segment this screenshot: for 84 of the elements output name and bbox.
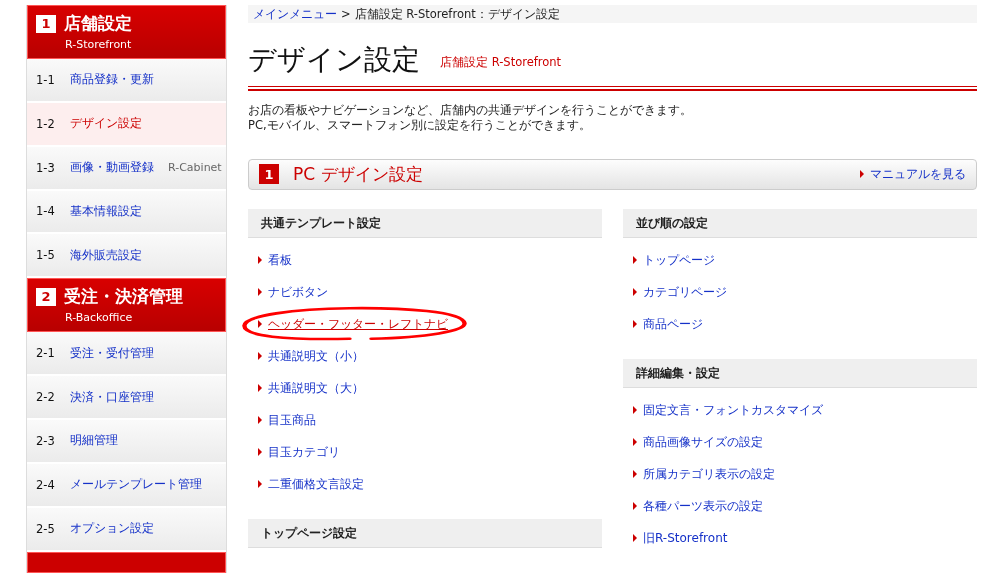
- menu-link[interactable]: カテゴリページ: [643, 283, 727, 301]
- sidebar-item[interactable]: 2-2 決済・口座管理: [27, 376, 226, 420]
- item-label: オプション設定: [70, 521, 154, 537]
- group-title: 店舗設定: [64, 12, 132, 35]
- item-code: 2-2: [36, 390, 56, 405]
- item-label: 受注・受付管理: [70, 345, 154, 361]
- sidebar-item[interactable]: 1-2 デザイン設定: [27, 102, 226, 147]
- page-title: デザイン設定: [248, 44, 420, 77]
- description-text: PC,モバイル、スマートフォン別に設定を行うことができます。: [248, 117, 592, 133]
- triangle-icon: [258, 384, 262, 392]
- menu-link[interactable]: 所属カテゴリ表示の設定: [643, 465, 775, 483]
- sidebar-item[interactable]: 2-4 メールテンプレート管理: [27, 463, 226, 508]
- item-code: 1-4: [36, 204, 56, 219]
- triangle-icon: [633, 502, 637, 510]
- item-code: 2-5: [36, 521, 56, 536]
- manual-link[interactable]: マニュアルを見る: [870, 165, 966, 183]
- item-code: 2-1: [36, 346, 56, 361]
- menu-link[interactable]: 二重価格文言設定: [268, 475, 364, 493]
- item-label: 明細管理: [70, 433, 118, 449]
- sidebar-item[interactable]: 2-1 受注・受付管理: [27, 332, 226, 377]
- triangle-icon: [258, 288, 262, 296]
- item-label: 海外販売設定: [70, 247, 142, 263]
- group-subtitle: R-Backoffice: [65, 311, 134, 325]
- menu-link[interactable]: 旧R-Storefront: [643, 529, 728, 547]
- group-subtitle: R-Storefront: [65, 38, 133, 51]
- triangle-icon: [258, 352, 262, 360]
- block-heading-text: 詳細編集・設定: [636, 364, 720, 382]
- sidebar-item[interactable]: 2-5 オプション設定: [27, 507, 226, 552]
- menu-link[interactable]: 目玉商品: [268, 411, 316, 429]
- triangle-icon: [258, 256, 262, 264]
- section-title: PC デザイン設定: [293, 162, 423, 186]
- triangle-icon: [633, 256, 637, 264]
- item-code: 1-3: [36, 160, 56, 175]
- menu-link[interactable]: ヘッダー・フッター・レフトナビ: [268, 315, 448, 333]
- item-label: メールテンプレート管理: [70, 477, 202, 493]
- triangle-icon: [633, 534, 637, 542]
- breadcrumb-current: 店舗設定 R-Storefront：デザイン設定: [354, 6, 560, 22]
- menu-link[interactable]: トップページ: [643, 251, 715, 269]
- item-note: R-Cabinet: [168, 161, 222, 175]
- triangle-icon: [860, 170, 864, 179]
- item-code: 2-4: [36, 477, 56, 492]
- sidebar-item[interactable]: 1-4 基本情報設定: [27, 190, 226, 235]
- menu-link[interactable]: 共通説明文（小）: [268, 347, 364, 365]
- sidebar-item[interactable]: 2-3 明細管理: [27, 419, 226, 464]
- sidebar-item[interactable]: 1-5 海外販売設定: [27, 234, 226, 279]
- menu-link[interactable]: 商品画像サイズの設定: [643, 433, 763, 451]
- triangle-icon: [258, 416, 262, 424]
- group-title: 受注・決済管理: [64, 285, 183, 309]
- page-subtitle: 店舗設定 R-Storefront: [440, 55, 562, 71]
- triangle-icon: [633, 438, 637, 446]
- item-label: 画像・動画登録: [70, 160, 154, 176]
- triangle-icon: [633, 470, 637, 478]
- triangle-icon: [258, 320, 262, 328]
- sidebar-item[interactable]: 1-1 商品登録・更新: [27, 58, 226, 103]
- section-number: 1: [259, 164, 279, 185]
- description-text: お店の看板やナビゲーションなど、店舗内の共通デザインを行うことができます。: [248, 102, 693, 118]
- breadcrumb-separator: >: [341, 7, 351, 22]
- menu-link[interactable]: 共通説明文（大）: [268, 379, 364, 397]
- menu-link[interactable]: 看板: [268, 251, 292, 269]
- menu-link[interactable]: ナビボタン: [268, 283, 328, 301]
- breadcrumb-link[interactable]: メインメニュー: [253, 6, 337, 22]
- menu-link[interactable]: 固定文言・フォントカスタマイズ: [643, 401, 823, 419]
- group-number: 1: [36, 14, 56, 33]
- triangle-icon: [633, 288, 637, 296]
- item-label: デザイン設定: [70, 116, 142, 132]
- block-heading-text: 並び順の設定: [636, 214, 708, 232]
- triangle-icon: [633, 406, 637, 414]
- triangle-icon: [258, 480, 262, 488]
- sidebar-item[interactable]: 1-3 画像・動画登録 R-Cabinet: [27, 146, 226, 191]
- block-heading-text: トップページ設定: [261, 524, 357, 542]
- item-code: 2-3: [36, 433, 56, 448]
- menu-link[interactable]: 目玉カテゴリ: [268, 443, 340, 461]
- item-code: 1-5: [36, 248, 56, 263]
- item-label: 決済・口座管理: [70, 389, 154, 405]
- item-code: 1-1: [36, 72, 56, 87]
- triangle-icon: [633, 320, 637, 328]
- block-heading-text: 共通テンプレート設定: [261, 214, 381, 232]
- item-label: 商品登録・更新: [70, 72, 154, 88]
- menu-link[interactable]: 各種パーツ表示の設定: [643, 497, 763, 515]
- menu-link[interactable]: 商品ページ: [643, 315, 703, 333]
- item-label: 基本情報設定: [70, 204, 142, 219]
- triangle-icon: [258, 448, 262, 456]
- group-number: 2: [36, 287, 56, 306]
- item-code: 1-2: [36, 116, 56, 131]
